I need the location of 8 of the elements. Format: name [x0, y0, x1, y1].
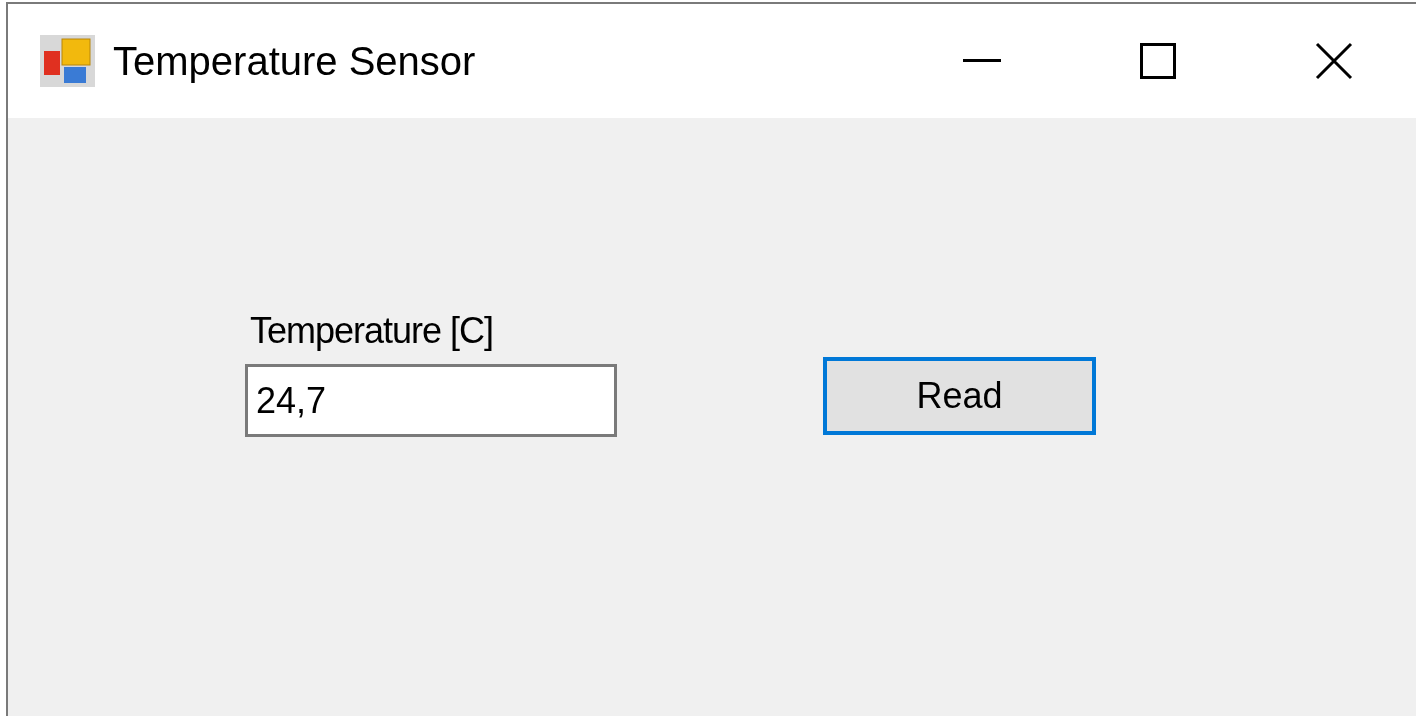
- window-title: Temperature Sensor: [113, 38, 476, 84]
- read-button[interactable]: Read: [823, 357, 1096, 435]
- close-icon: [1315, 42, 1353, 80]
- minimize-icon: [963, 59, 1001, 63]
- app-icon: [40, 35, 95, 87]
- temperature-label: Temperature [C]: [250, 310, 495, 352]
- temperature-field[interactable]: 24,7: [245, 364, 617, 437]
- maximize-icon: [1140, 43, 1176, 79]
